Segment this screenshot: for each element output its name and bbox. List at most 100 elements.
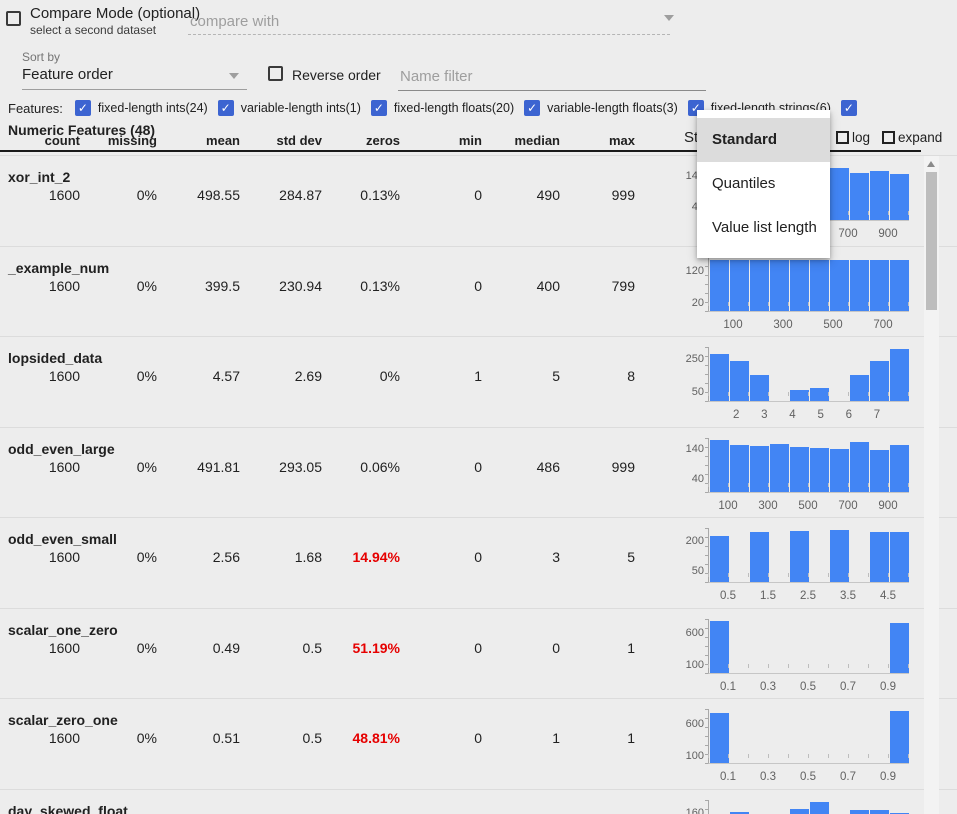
y-tick-mark — [705, 727, 708, 728]
histogram-bar — [830, 530, 849, 582]
x-tick-mark — [728, 754, 729, 758]
x-tick-mark — [908, 392, 909, 396]
scrollbar-thumb[interactable] — [926, 172, 937, 310]
x-tick-mark — [908, 483, 909, 487]
feature-row: scalar_one_zero 16000%0.490.551.19%00160… — [0, 608, 957, 699]
expand-checkbox-icon — [882, 131, 895, 144]
histogram-bar — [850, 173, 869, 220]
x-tick-label: 700 — [861, 319, 905, 331]
histogram-bar — [750, 446, 769, 492]
x-tick-mark — [908, 664, 909, 668]
y-tick-label: 250 — [666, 353, 704, 365]
histogram-bar — [890, 532, 909, 582]
histogram-bar — [790, 390, 809, 401]
feature-type-checkbox[interactable]: ✓ — [841, 100, 857, 116]
x-tick-mark — [708, 664, 709, 668]
x-tick-mark — [748, 573, 749, 577]
x-tick-mark — [708, 483, 709, 487]
y-tick-mark — [705, 383, 708, 384]
compare-with-input[interactable] — [188, 8, 670, 35]
feature-histogram: 200500.51.52.53.54.5 — [666, 518, 926, 608]
features-filter-label: Features: — [8, 101, 63, 116]
feature-type-filter-3: ✓variable-length floats(3) — [524, 100, 678, 116]
histogram-bar — [790, 447, 809, 492]
chart-menu-item-standard[interactable]: Standard — [697, 118, 830, 162]
y-tick-label: 600 — [666, 718, 704, 730]
x-tick-label: 100 — [711, 319, 755, 331]
feature-type-checkbox[interactable]: ✓ — [218, 100, 234, 116]
y-tick-mark — [705, 809, 708, 810]
y-tick-mark — [705, 582, 708, 583]
feature-histogram: 14040100300500700900 — [666, 428, 926, 518]
x-tick-mark — [788, 754, 789, 758]
histogram-bar — [710, 536, 729, 582]
y-tick-mark — [705, 555, 708, 556]
y-tick-mark — [705, 474, 708, 475]
column-header-max[interactable]: max — [0, 133, 635, 148]
histogram-bar — [730, 361, 749, 401]
x-tick-label: 900 — [866, 228, 910, 240]
x-tick-mark — [848, 483, 849, 487]
x-tick-mark — [708, 754, 709, 758]
scrollbar-up-arrow-icon[interactable] — [927, 161, 935, 167]
x-tick-mark — [768, 483, 769, 487]
histogram-bar — [790, 809, 809, 814]
y-tick-mark — [705, 709, 708, 710]
feature-type-checkbox[interactable]: ✓ — [371, 100, 387, 116]
y-tick-mark — [705, 465, 708, 466]
chart-menu-item-value-list-length[interactable]: Value list length — [697, 206, 830, 250]
feature-name: day_skewed_float — [8, 803, 128, 814]
histogram-bar — [850, 442, 869, 492]
y-tick-mark — [705, 564, 708, 565]
feature-name: odd_even_large — [8, 441, 115, 457]
feature-name: odd_even_small — [8, 531, 117, 547]
compare-mode-checkbox[interactable] — [6, 11, 21, 26]
chart-display-options: log expand — [836, 130, 942, 145]
compare-dropdown-arrow-icon[interactable] — [664, 15, 674, 21]
vertical-scrollbar[interactable] — [924, 156, 939, 814]
reverse-order-checkbox[interactable] — [268, 66, 283, 81]
log-toggle[interactable]: log — [836, 130, 870, 145]
stat-max: 799 — [0, 278, 635, 294]
y-tick-mark — [705, 637, 708, 638]
histogram-bar — [750, 532, 769, 582]
chart-menu-item-quantiles[interactable]: Quantiles — [697, 162, 830, 206]
x-tick-mark — [808, 392, 809, 396]
feature-type-label: fixed-length ints(24) — [98, 101, 208, 115]
feature-type-checkbox[interactable]: ✓ — [75, 100, 91, 116]
y-tick-mark — [705, 655, 708, 656]
feature-type-checkbox[interactable]: ✓ — [524, 100, 540, 116]
x-tick-mark — [808, 302, 809, 306]
y-tick-mark — [705, 401, 708, 402]
histogram-bar — [710, 713, 729, 763]
x-tick-mark — [808, 483, 809, 487]
feature-row: lopsided_data 16000%4.572.690%1582505023… — [0, 336, 957, 427]
x-tick-mark — [768, 392, 769, 396]
reverse-order-label: Reverse order — [292, 67, 381, 83]
feature-histogram: 25050234567 — [666, 337, 926, 427]
feature-type-label: fixed-length floats(20) — [394, 101, 514, 115]
feature-name: scalar_zero_one — [8, 712, 118, 728]
sort-by-select[interactable]: Feature order — [22, 63, 247, 90]
x-tick-label: 0.5 — [786, 681, 830, 693]
feature-histogram: 6001000.10.30.50.70.9 — [666, 609, 926, 699]
histogram-bar — [850, 260, 869, 311]
histogram-bar — [830, 449, 849, 492]
x-tick-label: 7 — [855, 409, 899, 421]
y-tick-mark — [705, 456, 708, 457]
histogram-bar — [890, 623, 909, 673]
x-tick-mark — [748, 392, 749, 396]
x-tick-label: 700 — [826, 500, 870, 512]
stat-max: 1 — [0, 640, 635, 656]
feature-name: xor_int_2 — [8, 169, 70, 185]
x-tick-mark — [848, 754, 849, 758]
name-filter-input[interactable] — [398, 62, 706, 91]
x-tick-mark — [748, 754, 749, 758]
y-tick-mark — [705, 800, 708, 801]
x-tick-mark — [768, 302, 769, 306]
x-tick-label: 0.9 — [866, 771, 910, 783]
expand-toggle[interactable]: expand — [882, 130, 942, 145]
y-tick-mark — [705, 673, 708, 674]
histogram-bar — [890, 349, 909, 401]
x-tick-mark — [868, 392, 869, 396]
